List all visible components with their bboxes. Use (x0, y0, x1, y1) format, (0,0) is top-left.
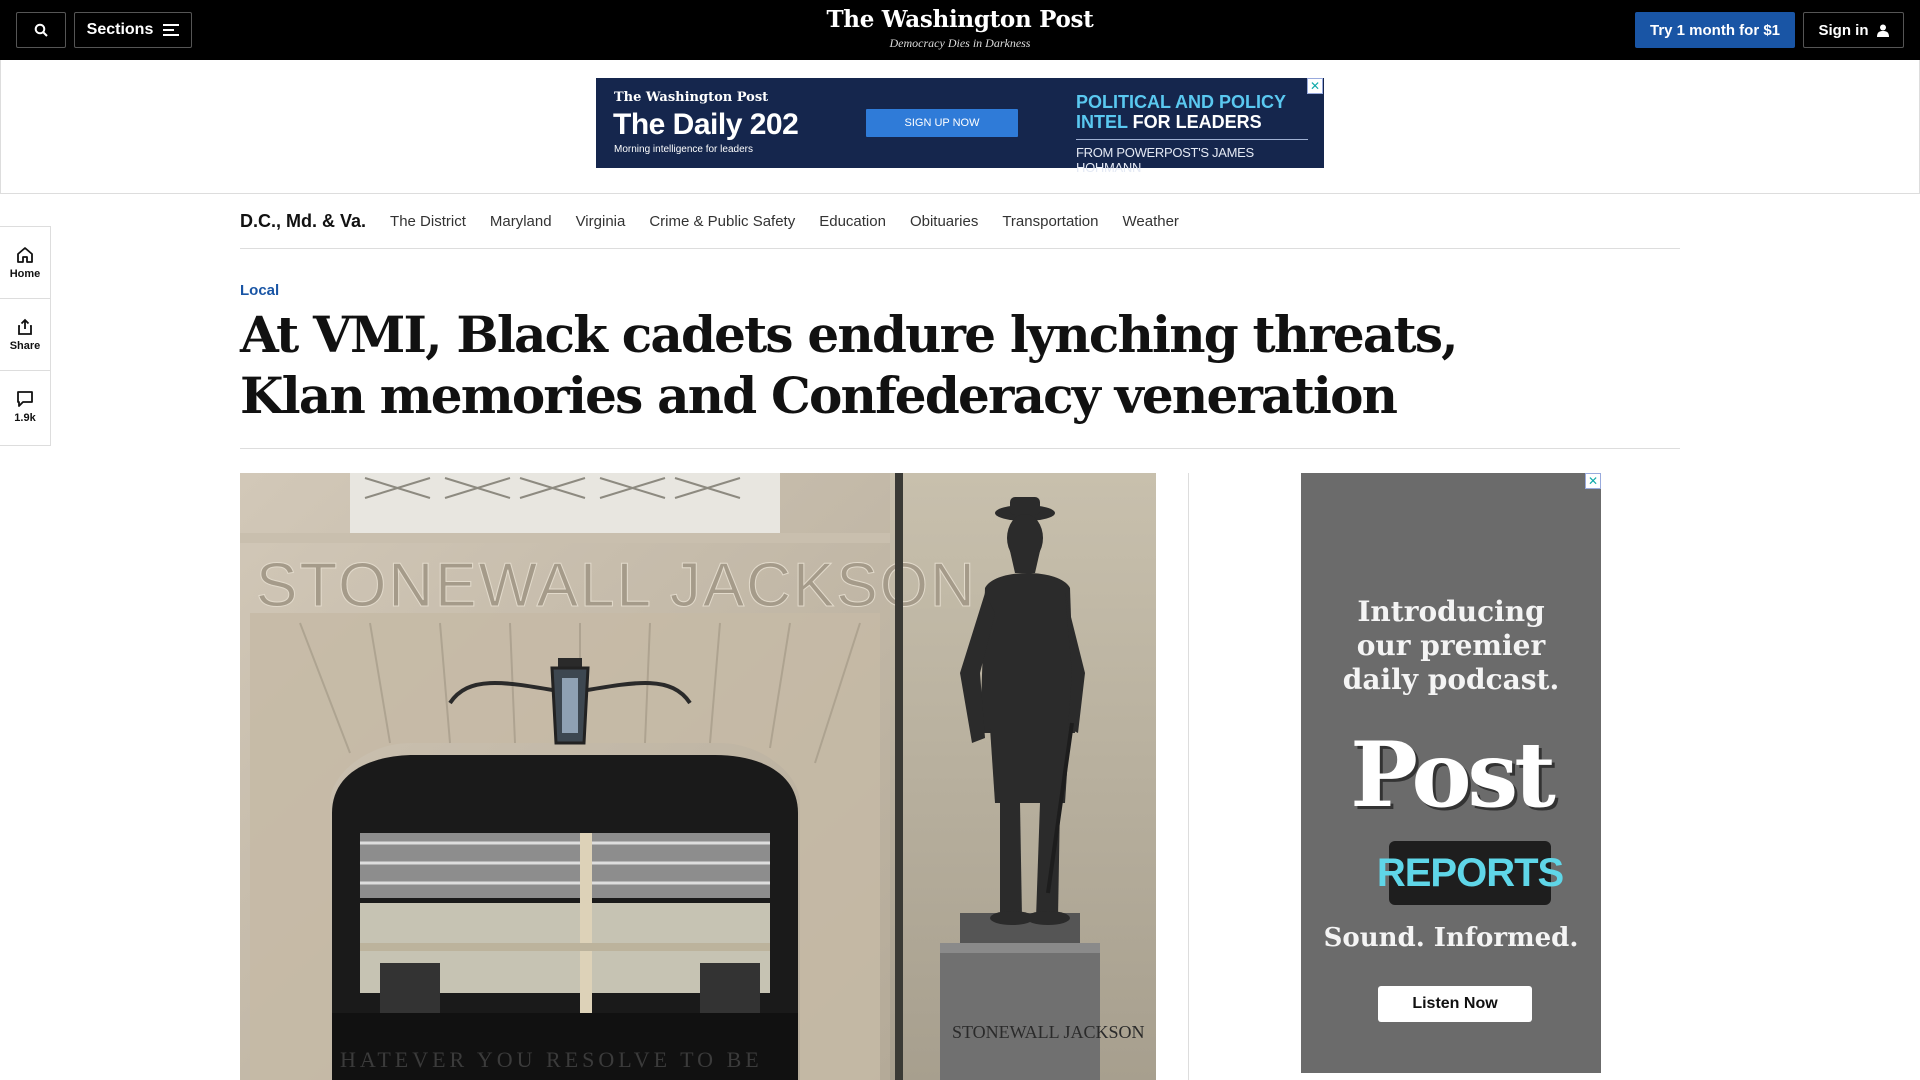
plinth-inscription: STONEWALL JACKSON (952, 1022, 1145, 1042)
ad-headline-part2: FOR LEADERS (1127, 112, 1262, 132)
ad-title: The Daily 202 (613, 108, 799, 141)
headline-divider (240, 448, 1680, 449)
post-reports-logo: Post (1350, 722, 1556, 828)
top-navigation-bar: Sections The Washington Post Democracy D… (0, 0, 1920, 60)
hero-image[interactable]: STONEWALL JACKSON HATEVER YOU RESOLVE TO… (240, 473, 1156, 1080)
section-navigation: D.C., Md. & Va. The District Maryland Vi… (240, 194, 1680, 249)
post-reports-ad[interactable]: Introducing our premier daily podcast. P… (1301, 473, 1601, 1073)
ad-byline: FROM POWERPOST'S JAMES HOHMANN (1076, 145, 1254, 175)
search-button[interactable] (16, 12, 66, 48)
ad-headline: POLITICAL AND POLICY INTEL FOR LEADERS (1076, 92, 1308, 132)
user-icon (1876, 24, 1889, 37)
nav-item-obituaries[interactable]: Obituaries (910, 213, 978, 230)
comments-button[interactable]: 1.9k (0, 371, 50, 443)
sign-in-button[interactable]: Sign in (1803, 12, 1904, 48)
ad-intro-line3: daily podcast. (1342, 663, 1560, 696)
share-button[interactable]: Share (0, 299, 50, 371)
sections-button[interactable]: Sections (74, 12, 192, 48)
home-label: Home (9, 267, 41, 280)
logo-wordmark: The Washington Post (826, 6, 1094, 33)
sections-label: Sections (86, 21, 154, 38)
ad-close-icon[interactable]: ✕ (1585, 473, 1601, 489)
share-icon (18, 318, 32, 335)
article-headline: At VMI, Black cadets endure lynching thr… (240, 305, 1459, 425)
site-logo[interactable]: The Washington Post Democracy Dies in Da… (760, 6, 1160, 51)
nav-item-weather[interactable]: Weather (1123, 213, 1179, 230)
ad-headline-block: POLITICAL AND POLICY INTEL FOR LEADERS F… (1076, 92, 1308, 175)
share-label: Share (9, 339, 41, 352)
lower-inscription: HATEVER YOU RESOLVE TO BE (340, 1047, 763, 1072)
reports-badge: REPORTS (1377, 841, 1564, 905)
ad-intro-line2: our premier (1356, 629, 1546, 662)
ad-intro-line1: Introducing (1357, 595, 1545, 628)
left-action-rail: Home Share 1.9k (0, 226, 51, 446)
content-divider (1188, 473, 1189, 1080)
subscribe-button[interactable]: Try 1 month for $1 (1635, 12, 1795, 48)
comment-count: 1.9k (14, 412, 36, 424)
ad-signup-button[interactable]: SIGN UP NOW (866, 109, 1018, 137)
nav-item-maryland[interactable]: Maryland (490, 213, 552, 230)
menu-icon (163, 24, 180, 36)
nav-item-transportation[interactable]: Transportation (1002, 213, 1098, 230)
ad-tagline: Sound. Informed. (1323, 923, 1579, 953)
nav-item-virginia[interactable]: Virginia (576, 213, 626, 230)
ad-subtitle: Morning intelligence for leaders (614, 144, 753, 155)
logo-tagline: Democracy Dies in Darkness (889, 36, 1031, 50)
ad-brand: The Washington Post (614, 90, 769, 105)
section-title[interactable]: D.C., Md. & Va. (240, 211, 366, 232)
nav-item-education[interactable]: Education (819, 213, 886, 230)
sign-in-label: Sign in (1818, 21, 1869, 39)
building-inscription: STONEWALL JACKSON (256, 551, 977, 620)
ad-intro: Introducing our premier daily podcast. (1301, 595, 1601, 697)
nav-item-the-district[interactable]: The District (390, 213, 466, 230)
home-icon (17, 246, 33, 263)
daily-202-ad[interactable]: The Washington Post The Daily 202 Mornin… (596, 78, 1324, 175)
search-icon (34, 23, 48, 37)
listen-now-button[interactable]: Listen Now (1378, 986, 1532, 1022)
article-kicker[interactable]: Local (240, 282, 279, 299)
reports-wordmark: REPORTS (1376, 850, 1564, 895)
stonewall-jackson-statue-photo: STONEWALL JACKSON HATEVER YOU RESOLVE TO… (240, 473, 1156, 1080)
ad-close-icon[interactable]: ✕ (1307, 78, 1323, 94)
comment-icon (17, 391, 33, 407)
home-button[interactable]: Home (0, 227, 50, 299)
ad-divider (1076, 139, 1308, 140)
nav-item-crime-public-safety[interactable]: Crime & Public Safety (649, 213, 795, 230)
